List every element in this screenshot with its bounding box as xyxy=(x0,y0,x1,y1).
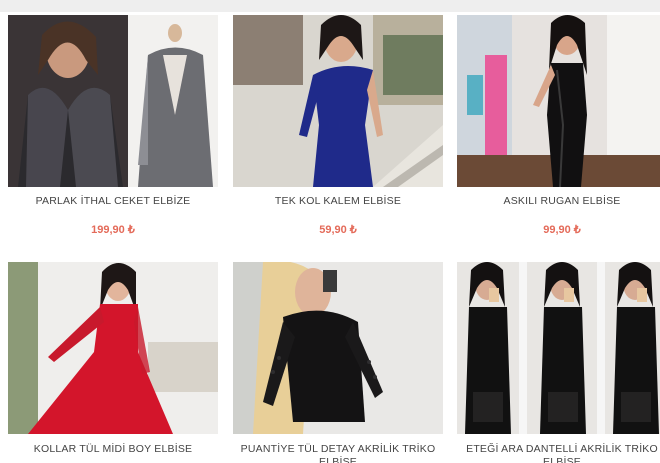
product-price: 99,90 ₺ xyxy=(543,224,581,236)
product-price: 199,90 ₺ xyxy=(91,224,135,236)
product-image[interactable] xyxy=(8,15,218,187)
product-listing-page: PARLAK İTHAL CEKET ELBİZE 199,90 ₺ TEK K… xyxy=(0,0,660,463)
product-image[interactable] xyxy=(8,262,218,434)
product-card[interactable]: ASKILI RUGAN ELBİSE 99,90 ₺ xyxy=(457,15,660,236)
product-card[interactable]: KOLLAR TÜL MİDİ BOY ELBİSE xyxy=(8,262,218,455)
product-image[interactable] xyxy=(457,15,660,187)
product-image[interactable] xyxy=(457,262,660,434)
product-name[interactable]: ASKILI RUGAN ELBİSE xyxy=(447,195,660,208)
product-name[interactable]: ETEĞİ ARA DANTELLİ AKRİLİK TRİKO ELBİSE xyxy=(447,443,660,463)
product-card[interactable]: PARLAK İTHAL CEKET ELBİZE 199,90 ₺ xyxy=(8,15,218,236)
product-card[interactable]: TEK KOL KALEM ELBİSE 59,90 ₺ xyxy=(233,15,443,236)
product-image[interactable] xyxy=(233,15,443,187)
product-name[interactable]: KOLLAR TÜL MİDİ BOY ELBİSE xyxy=(0,443,228,456)
product-image[interactable] xyxy=(233,262,443,434)
product-card[interactable]: PUANTİYE TÜL DETAY AKRİLİK TRİKO ELBİSE xyxy=(233,262,443,463)
product-card[interactable]: ETEĞİ ARA DANTELLİ AKRİLİK TRİKO ELBİSE xyxy=(457,262,660,463)
product-grid: PARLAK İTHAL CEKET ELBİZE 199,90 ₺ TEK K… xyxy=(0,12,660,463)
product-name[interactable]: PUANTİYE TÜL DETAY AKRİLİK TRİKO ELBİSE xyxy=(223,443,453,463)
product-name[interactable]: TEK KOL KALEM ELBİSE xyxy=(223,195,453,208)
product-price: 59,90 ₺ xyxy=(319,224,357,236)
product-name[interactable]: PARLAK İTHAL CEKET ELBİZE xyxy=(0,195,228,208)
